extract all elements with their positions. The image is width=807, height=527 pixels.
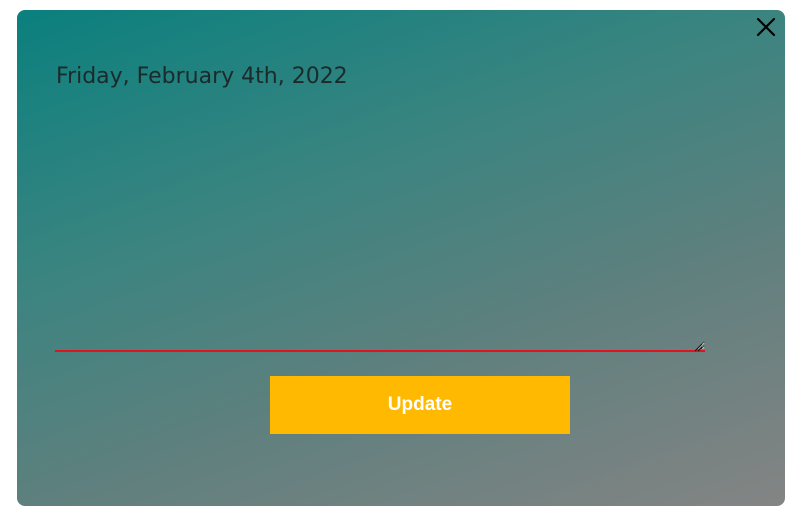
- note-dialog: Friday, February 4th, 2022 Update: [17, 10, 785, 506]
- close-button[interactable]: [755, 16, 777, 38]
- resize-handle-icon[interactable]: [693, 339, 703, 352]
- note-textarea[interactable]: [55, 98, 705, 352]
- update-button[interactable]: Update: [270, 376, 570, 434]
- date-heading: Friday, February 4th, 2022: [56, 64, 348, 89]
- close-icon: [755, 16, 777, 38]
